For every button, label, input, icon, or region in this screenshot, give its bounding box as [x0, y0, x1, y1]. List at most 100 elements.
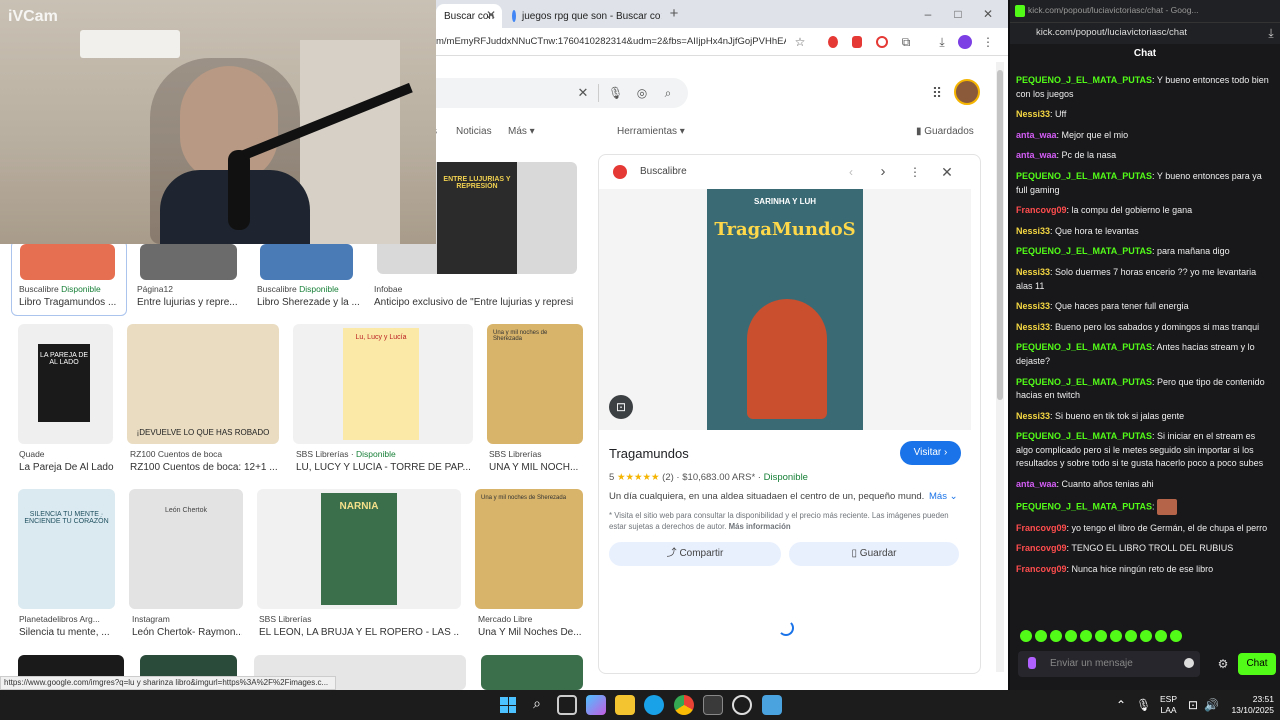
lens-icon[interactable]: ◎	[635, 85, 649, 101]
result-title[interactable]: León Chertok- Raymon...	[132, 627, 242, 638]
windows-start-icon[interactable]	[498, 695, 518, 715]
chat-username[interactable]: PEQUENO_J_EL_MATA_PUTAS	[1016, 75, 1152, 85]
more-info-link[interactable]: Más información	[729, 522, 791, 531]
popout-url[interactable]: kick.com/popout/luciavictoriasc/chat	[1036, 27, 1187, 38]
nav-herramientas[interactable]: Herramientas ▾	[617, 126, 685, 137]
more-options-icon[interactable]: ⋮	[908, 164, 922, 180]
chat-username[interactable]: Francovg09	[1016, 564, 1067, 574]
chat-username[interactable]: Nessi33	[1016, 226, 1050, 236]
emote-icon[interactable]	[1020, 630, 1032, 642]
extension-icon[interactable]	[876, 36, 888, 48]
network-icon[interactable]: ⊡	[1186, 697, 1200, 713]
minimize-button[interactable]: –	[920, 6, 936, 22]
result-title[interactable]: Silencia tu mente, ...	[19, 627, 123, 638]
file-explorer-icon[interactable]	[615, 695, 635, 715]
chat-username[interactable]: Nessi33	[1016, 301, 1050, 311]
emote-icon[interactable]	[1140, 630, 1152, 642]
edge-icon[interactable]	[644, 695, 664, 715]
emote-icon[interactable]	[1080, 630, 1092, 642]
lens-search-icon[interactable]: ⊡	[609, 395, 633, 419]
chat-username[interactable]: PEQUENO_J_EL_MATA_PUTAS	[1016, 342, 1152, 352]
result-thumbnail[interactable]: ¡DEVUELVE LO QUE HAS ROBADO	[127, 324, 279, 444]
next-arrow-icon[interactable]: ›	[876, 164, 890, 180]
result-thumbnail[interactable]: SILENCIA TU MENTE · ENCIENDE TU CORAZÓN	[18, 489, 115, 609]
chat-username[interactable]: PEQUENO_J_EL_MATA_PUTAS	[1016, 501, 1152, 511]
emote-icon[interactable]	[1170, 630, 1182, 642]
result-title[interactable]: Anticipo exclusivo de "Entre lujurias y …	[374, 297, 574, 308]
chat-username[interactable]: PEQUENO_J_EL_MATA_PUTAS	[1016, 171, 1152, 181]
result-thumbnail[interactable]: Una y mil noches de Sherezada	[487, 324, 583, 444]
emote-icon[interactable]	[1065, 630, 1077, 642]
tray-mic-icon[interactable]: 🎙	[1136, 697, 1151, 713]
preview-book-cover[interactable]: SARINHA Y LUH TragaMundoS	[707, 189, 863, 430]
tab-close-icon[interactable]: ✕	[484, 7, 498, 23]
result-title[interactable]: LU, LUCY Y LUCÍA - TORRE DE PAP...	[296, 462, 472, 473]
mic-icon[interactable]: 🎙	[608, 85, 623, 101]
nav-noticias[interactable]: Noticias	[456, 126, 492, 137]
emote-icon[interactable]	[1125, 630, 1137, 642]
clear-icon[interactable]: ✕	[576, 85, 590, 101]
result-thumbnail[interactable]: Lu, Lucy y Lucía	[293, 324, 473, 444]
download-icon[interactable]: ⤓	[934, 34, 950, 50]
emoji-icon[interactable]	[1184, 658, 1194, 668]
extension-icon[interactable]	[852, 36, 862, 48]
result-thumbnail[interactable]: Una y mil noches de Sherezada	[475, 489, 583, 609]
chat-username[interactable]: Nessi33	[1016, 267, 1050, 277]
notepad-icon[interactable]	[762, 695, 782, 715]
result-title[interactable]: Libro Tragamundos ...	[19, 297, 123, 308]
chat-username[interactable]: Nessi33	[1016, 109, 1050, 119]
close-panel-icon[interactable]: ✕	[940, 164, 954, 180]
settings-gear-icon[interactable]: ⚙	[1216, 656, 1230, 672]
emote-icon[interactable]	[1035, 630, 1047, 642]
chat-username[interactable]: Francovg09	[1016, 523, 1067, 533]
mic-icon[interactable]	[1028, 657, 1036, 669]
result-title[interactable]: EL LEON, LA BRUJA Y EL ROPERO - LAS ...	[259, 627, 459, 638]
google-avatar[interactable]	[954, 79, 980, 105]
chat-username[interactable]: anta_waa	[1016, 150, 1057, 160]
url-field[interactable]: m/mEmyRFJuddxNNuCTnw:1760410282314&udm=2…	[436, 33, 786, 51]
star-icon[interactable]: ☆	[792, 34, 808, 50]
tab-close-icon[interactable]: ✕	[660, 10, 662, 23]
store-icon[interactable]	[703, 695, 723, 715]
result-title[interactable]: Entre lujurias y repre...	[137, 297, 241, 308]
volume-icon[interactable]: 🔊	[1204, 697, 1219, 713]
message-input-placeholder[interactable]: Enviar un mensaje	[1050, 658, 1133, 669]
panel-title[interactable]: Tragamundos	[609, 446, 689, 461]
tray-chevron-icon[interactable]: ⌃	[1114, 697, 1128, 713]
close-button[interactable]: ✕	[980, 6, 996, 22]
extensions-puzzle-icon[interactable]: ⧉	[898, 34, 914, 50]
chat-username[interactable]: anta_waa	[1016, 479, 1057, 489]
task-view-icon[interactable]	[557, 695, 577, 715]
search-icon[interactable]: ⌕	[527, 695, 547, 715]
save-button[interactable]: ▯ Guardar	[789, 542, 959, 566]
result-title[interactable]: Una Y Mil Noches De...	[478, 627, 582, 638]
emote-icon[interactable]	[1050, 630, 1062, 642]
result-thumbnail[interactable]: León Chertok	[129, 489, 243, 609]
result-thumbnail[interactable]	[20, 244, 115, 280]
result-title[interactable]: La Pareja De Al Lado	[19, 462, 123, 473]
scrollbar-thumb[interactable]	[997, 70, 1003, 400]
chat-username[interactable]: PEQUENO_J_EL_MATA_PUTAS	[1016, 246, 1152, 256]
copilot-icon[interactable]	[586, 695, 606, 715]
install-icon[interactable]: ⤓	[1264, 25, 1278, 41]
chat-username[interactable]: Nessi33	[1016, 411, 1050, 421]
result-title[interactable]: RZ100 Cuentos de boca: 12+1 ...	[130, 462, 280, 473]
result-thumbnail[interactable]: NARNIA	[257, 489, 461, 609]
result-title[interactable]: UNA Y MIL NOCH...	[489, 462, 579, 473]
profile-avatar-icon[interactable]	[958, 35, 972, 49]
clock[interactable]: 23:51 13/10/2025	[1226, 694, 1274, 716]
emote-icon[interactable]	[1155, 630, 1167, 642]
search-box[interactable]	[436, 78, 688, 108]
result-thumbnail[interactable]	[140, 244, 237, 280]
search-icon[interactable]: ⌕	[661, 85, 675, 101]
nav-guardados[interactable]: ▮ Guardados	[916, 126, 974, 137]
chat-username[interactable]: Francovg09	[1016, 205, 1067, 215]
chat-username[interactable]: Francovg09	[1016, 543, 1067, 553]
menu-kebab-icon[interactable]: ⋮	[982, 34, 994, 50]
chat-send-button[interactable]: Chat	[1238, 653, 1276, 675]
visit-button[interactable]: Visitar ›	[900, 441, 961, 465]
extension-icon[interactable]	[828, 36, 838, 48]
panel-source[interactable]: Buscalibre	[640, 166, 687, 177]
chat-username[interactable]: PEQUENO_J_EL_MATA_PUTAS	[1016, 431, 1152, 441]
emote-icon[interactable]	[1110, 630, 1122, 642]
